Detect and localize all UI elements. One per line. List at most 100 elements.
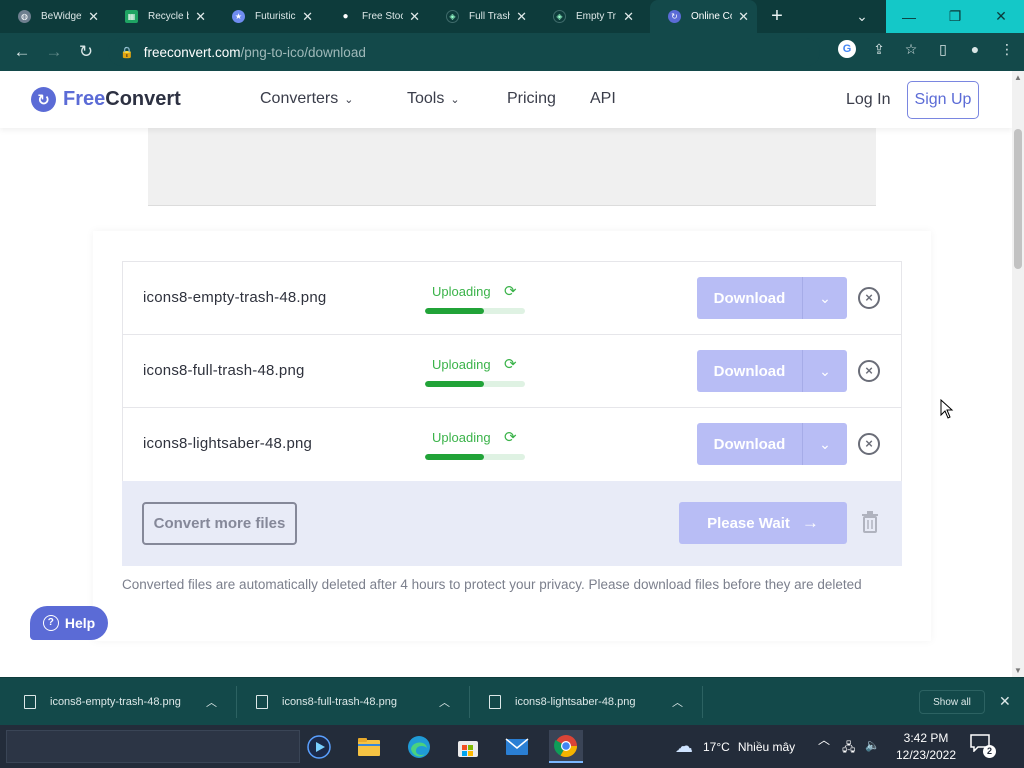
help-button[interactable]: ? Help bbox=[30, 606, 108, 640]
download-label: Download bbox=[697, 277, 803, 319]
freeconvert-logo[interactable]: ↻ Free Convert bbox=[31, 87, 181, 112]
clock-time: 3:42 PM bbox=[903, 731, 949, 745]
file-explorer-icon[interactable] bbox=[352, 730, 386, 763]
please-wait-label: Please Wait bbox=[707, 514, 790, 532]
remove-file-icon[interactable]: × bbox=[858, 433, 880, 455]
download-options-icon[interactable]: ︿ bbox=[672, 678, 683, 726]
tab-futuristic[interactable]: ★ Futuristic ✕ bbox=[214, 0, 321, 33]
download-item[interactable]: icons8-lightsaber-48.png bbox=[489, 678, 635, 726]
close-tab-icon[interactable]: ✕ bbox=[623, 9, 634, 25]
remove-file-icon[interactable]: × bbox=[858, 287, 880, 309]
chevron-down-icon[interactable]: ⌄ bbox=[803, 423, 847, 465]
nav-pricing[interactable]: Pricing bbox=[507, 90, 556, 108]
bookmark-star-icon[interactable]: ☆ bbox=[902, 40, 920, 58]
tab-free-stock[interactable]: ● Free Stock ✕ bbox=[321, 0, 428, 33]
file-icon bbox=[24, 695, 36, 709]
close-tab-icon[interactable]: ✕ bbox=[302, 9, 313, 25]
tab-empty-trash[interactable]: ◈ Empty Tr ✕ bbox=[535, 0, 642, 33]
logo-text-free: Free bbox=[63, 88, 106, 110]
lock-icon[interactable]: 🔒 bbox=[120, 46, 134, 59]
please-wait-button[interactable]: Please Wait → bbox=[679, 502, 847, 544]
tab-recycle-bin[interactable]: ▦ Recycle bin ✕ bbox=[107, 0, 214, 33]
close-tab-icon[interactable]: ✕ bbox=[195, 9, 206, 25]
upload-status: Uploading bbox=[432, 430, 491, 445]
progress-fill bbox=[425, 308, 484, 314]
login-link[interactable]: Log In bbox=[846, 91, 890, 109]
chevron-down-icon[interactable]: ⌄ bbox=[803, 277, 847, 319]
weather-text: Nhiều mây bbox=[737, 739, 796, 754]
mail-icon[interactable] bbox=[500, 730, 534, 763]
close-tab-icon[interactable]: ✕ bbox=[88, 9, 99, 25]
notification-center-icon[interactable]: 2 bbox=[970, 734, 996, 760]
convert-more-files-button[interactable]: Convert more files bbox=[142, 502, 297, 545]
tray-overflow-icon[interactable]: ︿ bbox=[818, 731, 830, 748]
url-domain: freeconvert.com bbox=[143, 44, 241, 60]
chrome-icon[interactable] bbox=[549, 730, 583, 763]
sync-spinner-icon: ⟳ bbox=[504, 429, 517, 446]
google-lens-icon[interactable]: G bbox=[838, 40, 856, 58]
network-icon[interactable]: 🖧 bbox=[842, 738, 855, 759]
chevron-down-icon[interactable]: ⌄ bbox=[803, 350, 847, 392]
menu-kebab-icon[interactable]: ⋮ bbox=[998, 40, 1016, 58]
tab-online-converter[interactable]: ↻ Online Co ✕ bbox=[650, 0, 757, 33]
scroll-up-icon[interactable]: ▲ bbox=[1014, 73, 1022, 82]
edge-browser-icon[interactable] bbox=[402, 730, 436, 763]
tab-title: Futuristic bbox=[255, 11, 296, 22]
sync-spinner-icon: ⟳ bbox=[504, 356, 517, 373]
close-tab-icon[interactable]: ✕ bbox=[409, 9, 420, 25]
show-all-downloads-button[interactable]: Show all bbox=[919, 690, 985, 714]
star-icon: ★ bbox=[232, 10, 245, 23]
taskbar-search-box[interactable] bbox=[6, 730, 300, 763]
upload-progress-bar bbox=[425, 381, 525, 387]
side-panel-icon[interactable]: ▯ bbox=[934, 40, 952, 58]
forward-button[interactable]: → bbox=[38, 42, 70, 62]
reload-button[interactable]: ↻ bbox=[70, 42, 102, 62]
tab-full-trash[interactable]: ◈ Full Trash ✕ bbox=[428, 0, 535, 33]
nav-api[interactable]: API bbox=[590, 90, 616, 108]
download-item[interactable]: icons8-empty-trash-48.png bbox=[24, 678, 181, 726]
remove-file-icon[interactable]: × bbox=[858, 360, 880, 382]
nav-converters[interactable]: Converters ⌄ bbox=[260, 90, 353, 108]
nav-tools[interactable]: Tools ⌄ bbox=[407, 90, 460, 108]
close-tab-icon[interactable]: ✕ bbox=[516, 9, 527, 25]
window-controls: ⌄ — ❐ ✕ bbox=[838, 0, 1024, 33]
page-scrollbar[interactable]: ▲ ▼ bbox=[1012, 71, 1024, 677]
restore-button[interactable]: ❐ bbox=[932, 0, 978, 33]
divider bbox=[702, 686, 703, 718]
download-options-icon[interactable]: ︿ bbox=[439, 678, 450, 726]
clock[interactable]: 3:42 PM 12/23/2022 bbox=[886, 730, 966, 764]
minimize-button[interactable]: — bbox=[886, 0, 932, 33]
download-button[interactable]: Download ⌄ bbox=[697, 350, 847, 392]
back-button[interactable]: ← bbox=[6, 42, 38, 62]
close-tab-icon[interactable]: ✕ bbox=[738, 9, 749, 25]
microsoft-store-icon[interactable] bbox=[451, 730, 485, 763]
file-list: icons8-empty-trash-48.png Uploading ⟳ Do… bbox=[122, 261, 902, 482]
profile-icon[interactable]: ● bbox=[966, 40, 984, 58]
close-window-button[interactable]: ✕ bbox=[978, 0, 1024, 33]
download-button[interactable]: Download ⌄ bbox=[697, 423, 847, 465]
weather-widget[interactable]: ☁ 17°C Nhiều mây bbox=[675, 736, 795, 757]
mouse-cursor-icon bbox=[940, 399, 954, 419]
file-name: icons8-empty-trash-48.png bbox=[143, 289, 327, 306]
tab-search-icon[interactable]: ⌄ bbox=[838, 0, 886, 33]
new-tab-button[interactable]: + bbox=[766, 5, 788, 27]
download-label: Download bbox=[697, 350, 803, 392]
tab-title: Recycle bin bbox=[148, 11, 189, 22]
download-item[interactable]: icons8-full-trash-48.png bbox=[256, 678, 397, 726]
file-row: icons8-lightsaber-48.png Uploading ⟳ Dow… bbox=[123, 408, 901, 481]
globe-icon: ◍ bbox=[18, 10, 31, 23]
signup-button[interactable]: Sign Up bbox=[907, 81, 979, 119]
volume-icon[interactable]: 🔈 bbox=[865, 738, 880, 759]
download-options-icon[interactable]: ︿ bbox=[206, 678, 217, 726]
address-bar[interactable]: 🔒 freeconvert.com /png-to-ico/download bbox=[108, 38, 820, 66]
logo-icon: ↻ bbox=[31, 87, 56, 112]
close-shelf-icon[interactable]: ✕ bbox=[999, 693, 1011, 710]
media-player-icon[interactable] bbox=[302, 730, 336, 763]
tab-title: BeWidgets bbox=[41, 11, 82, 22]
scroll-down-icon[interactable]: ▼ bbox=[1014, 666, 1022, 675]
share-icon[interactable]: ⇪ bbox=[870, 40, 888, 58]
download-button[interactable]: Download ⌄ bbox=[697, 277, 847, 319]
scrollbar-thumb[interactable] bbox=[1014, 129, 1022, 269]
trash-icon[interactable] bbox=[860, 511, 880, 535]
tab-bewidgets[interactable]: ◍ BeWidgets ✕ bbox=[0, 0, 107, 33]
